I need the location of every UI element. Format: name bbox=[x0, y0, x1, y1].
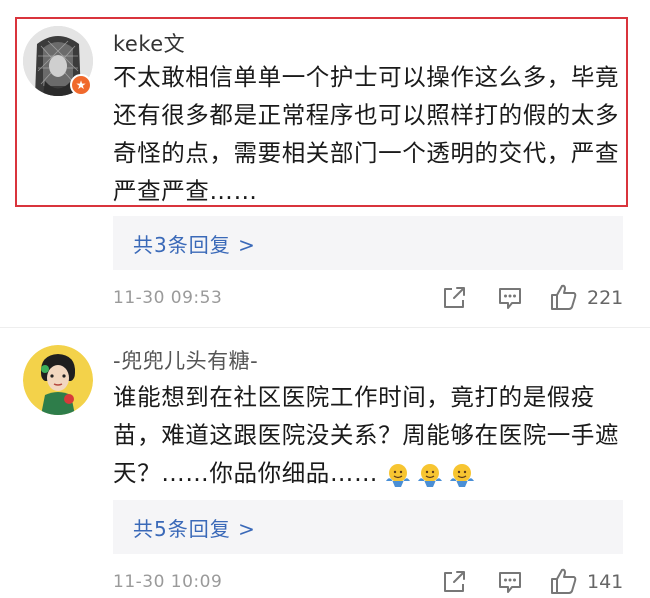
comment-time: 11-30 09:53 bbox=[113, 288, 223, 308]
comment-icon[interactable] bbox=[496, 568, 524, 596]
avatar[interactable] bbox=[23, 345, 93, 415]
comment-meta: 11-30 09:53 221 bbox=[113, 284, 625, 314]
like-icon[interactable] bbox=[549, 566, 579, 596]
comment-username[interactable]: keke文 bbox=[113, 28, 185, 58]
emoji-group bbox=[384, 461, 476, 489]
shrug-emoji-icon bbox=[450, 463, 475, 487]
share-icon[interactable] bbox=[440, 284, 468, 312]
comment-text-body: 谁能想到在社区医院工作时间，竟打的是假疫苗，难道这跟医院没关系？周能够在医院一手… bbox=[113, 383, 620, 487]
comment-meta: 11-30 10:09 141 bbox=[113, 568, 625, 598]
view-replies-link[interactable]: 共3条回复 > bbox=[113, 216, 623, 270]
share-icon[interactable] bbox=[440, 568, 468, 596]
view-replies-link[interactable]: 共5条回复 > bbox=[113, 500, 623, 554]
avatar-image bbox=[23, 345, 93, 415]
comment-text: 不太敢相信单单一个护士可以操作这么多，毕竟还有很多都是正常程序也可以照样打的假的… bbox=[113, 63, 620, 205]
comment-icon[interactable] bbox=[496, 284, 524, 312]
like-icon[interactable] bbox=[549, 282, 579, 312]
comment-username[interactable]: -兜兜儿头有糖- bbox=[113, 345, 258, 375]
shrug-emoji-icon bbox=[386, 463, 411, 487]
shrug-emoji-icon bbox=[418, 463, 443, 487]
comment-time: 11-30 10:09 bbox=[113, 572, 223, 592]
like-count: 221 bbox=[587, 287, 624, 309]
verified-badge-icon: ★ bbox=[70, 74, 92, 96]
comment-divider bbox=[0, 327, 650, 328]
comment-text: 谁能想到在社区医院工作时间，竟打的是假疫苗，难道这跟医院没关系？周能够在医院一手… bbox=[113, 378, 625, 492]
